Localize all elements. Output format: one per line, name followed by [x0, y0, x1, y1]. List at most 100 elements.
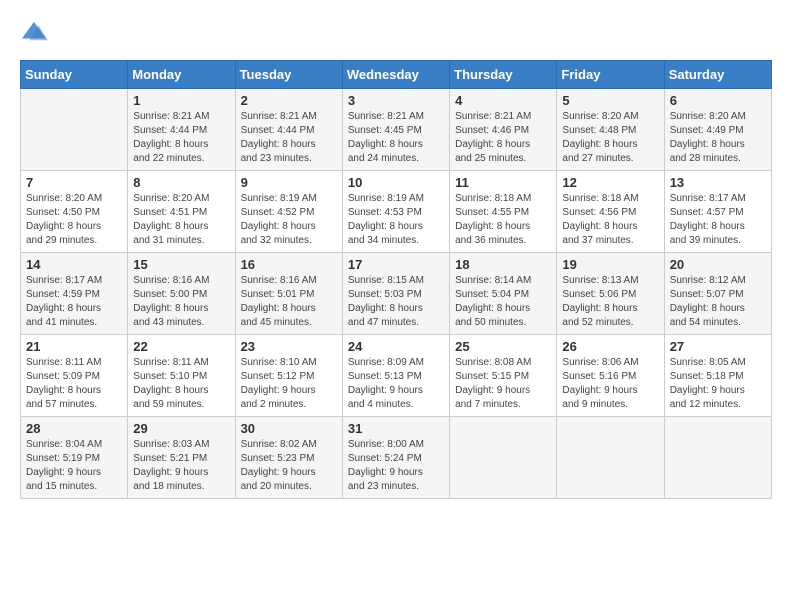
day-number: 30: [241, 421, 337, 436]
day-number: 15: [133, 257, 229, 272]
calendar-cell: 9 Sunrise: 8:19 AMSunset: 4:52 PMDaylight…: [235, 171, 342, 253]
calendar-header-monday: Monday: [128, 61, 235, 89]
calendar-cell: 4Sunrise: 8:21 AMSunset: 4:46 PMDaylight…: [450, 89, 557, 171]
calendar-header-saturday: Saturday: [664, 61, 771, 89]
day-info: Sunrise: 8:06 AMSunset: 5:16 PMDaylight:…: [562, 356, 658, 412]
calendar-cell: 29 Sunrise: 8:03 AMSunset: 5:21 PMDayligh…: [128, 417, 235, 499]
calendar-cell: 25Sunrise: 8:08 AMSunset: 5:15 PMDayligh…: [450, 335, 557, 417]
calendar-cell: 3 Sunrise: 8:21 AMSunset: 4:45 PMDaylight…: [342, 89, 449, 171]
day-info: Sunrise: 8:17 AMSunset: 4:59 PMDaylight:…: [26, 274, 122, 330]
calendar-header-wednesday: Wednesday: [342, 61, 449, 89]
day-info: Sunrise: 8:16 AMSunset: 5:00 PMDaylight:…: [133, 274, 229, 330]
day-info: Sunrise: 8:10 AMSunset: 5:12 PMDaylight:…: [241, 356, 337, 412]
day-number: 16: [241, 257, 337, 272]
day-number: 17: [348, 257, 444, 272]
calendar-cell: 10 Sunrise: 8:19 AMSunset: 4:53 PMDayligh…: [342, 171, 449, 253]
day-info: Sunrise: 8:08 AMSunset: 5:15 PMDaylight:…: [455, 356, 551, 412]
day-number: 29: [133, 421, 229, 436]
calendar-body: 1 Sunrise: 8:21 AMSunset: 4:44 PMDaylight…: [21, 89, 772, 499]
calendar-cell: 6 Sunrise: 8:20 AMSunset: 4:49 PMDaylight…: [664, 89, 771, 171]
day-info: Sunrise: 8:13 AMSunset: 5:06 PMDaylight:…: [562, 274, 658, 330]
day-info: Sunrise: 8:05 AMSunset: 5:18 PMDaylight:…: [670, 356, 766, 412]
day-info: Sunrise: 8:04 AMSunset: 5:19 PMDaylight:…: [26, 438, 122, 494]
calendar-cell: 23 Sunrise: 8:10 AMSunset: 5:12 PMDayligh…: [235, 335, 342, 417]
calendar-cell: 13Sunrise: 8:17 AMSunset: 4:57 PMDayligh…: [664, 171, 771, 253]
calendar-week-3: 14 Sunrise: 8:17 AMSunset: 4:59 PMDayligh…: [21, 253, 772, 335]
calendar-cell: 17 Sunrise: 8:15 AMSunset: 5:03 PMDayligh…: [342, 253, 449, 335]
day-info: Sunrise: 8:11 AMSunset: 5:10 PMDaylight:…: [133, 356, 229, 412]
day-info: Sunrise: 8:14 AMSunset: 5:04 PMDaylight:…: [455, 274, 551, 330]
day-info: Sunrise: 8:19 AMSunset: 4:52 PMDaylight:…: [241, 192, 337, 248]
calendar-cell: 24 Sunrise: 8:09 AMSunset: 5:13 PMDayligh…: [342, 335, 449, 417]
day-number: 4: [455, 93, 551, 108]
calendar-cell: 27 Sunrise: 8:05 AMSunset: 5:18 PMDayligh…: [664, 335, 771, 417]
calendar-cell: 30 Sunrise: 8:02 AMSunset: 5:23 PMDayligh…: [235, 417, 342, 499]
calendar-cell: 14 Sunrise: 8:17 AMSunset: 4:59 PMDayligh…: [21, 253, 128, 335]
day-number: 9: [241, 175, 337, 190]
day-number: 18: [455, 257, 551, 272]
day-info: Sunrise: 8:21 AMSunset: 4:44 PMDaylight:…: [241, 110, 337, 166]
calendar-header-tuesday: Tuesday: [235, 61, 342, 89]
day-info: Sunrise: 8:00 AMSunset: 5:24 PMDaylight:…: [348, 438, 444, 494]
day-info: Sunrise: 8:15 AMSunset: 5:03 PMDaylight:…: [348, 274, 444, 330]
day-number: 3: [348, 93, 444, 108]
logo: [20, 20, 52, 44]
calendar-cell: 28 Sunrise: 8:04 AMSunset: 5:19 PMDayligh…: [21, 417, 128, 499]
day-info: Sunrise: 8:09 AMSunset: 5:13 PMDaylight:…: [348, 356, 444, 412]
day-info: Sunrise: 8:21 AMSunset: 4:44 PMDaylight:…: [133, 110, 229, 166]
day-number: 24: [348, 339, 444, 354]
calendar-cell: 12Sunrise: 8:18 AMSunset: 4:56 PMDayligh…: [557, 171, 664, 253]
day-info: Sunrise: 8:21 AMSunset: 4:45 PMDaylight:…: [348, 110, 444, 166]
day-number: 2: [241, 93, 337, 108]
calendar-cell: 20Sunrise: 8:12 AMSunset: 5:07 PMDayligh…: [664, 253, 771, 335]
day-number: 23: [241, 339, 337, 354]
calendar-cell: [450, 417, 557, 499]
day-number: 22: [133, 339, 229, 354]
day-info: Sunrise: 8:19 AMSunset: 4:53 PMDaylight:…: [348, 192, 444, 248]
calendar-cell: 21 Sunrise: 8:11 AMSunset: 5:09 PMDayligh…: [21, 335, 128, 417]
day-number: 1: [133, 93, 229, 108]
day-number: 26: [562, 339, 658, 354]
day-number: 10: [348, 175, 444, 190]
calendar-cell: [21, 89, 128, 171]
calendar-cell: 16 Sunrise: 8:16 AMSunset: 5:01 PMDayligh…: [235, 253, 342, 335]
calendar-cell: [664, 417, 771, 499]
day-info: Sunrise: 8:12 AMSunset: 5:07 PMDaylight:…: [670, 274, 766, 330]
day-number: 14: [26, 257, 122, 272]
calendar-week-2: 7 Sunrise: 8:20 AMSunset: 4:50 PMDaylight…: [21, 171, 772, 253]
day-number: 7: [26, 175, 122, 190]
calendar-cell: 8Sunrise: 8:20 AMSunset: 4:51 PMDaylight…: [128, 171, 235, 253]
calendar-week-1: 1 Sunrise: 8:21 AMSunset: 4:44 PMDaylight…: [21, 89, 772, 171]
calendar-cell: 2 Sunrise: 8:21 AMSunset: 4:44 PMDaylight…: [235, 89, 342, 171]
day-number: 28: [26, 421, 122, 436]
day-info: Sunrise: 8:11 AMSunset: 5:09 PMDaylight:…: [26, 356, 122, 412]
day-info: Sunrise: 8:16 AMSunset: 5:01 PMDaylight:…: [241, 274, 337, 330]
day-info: Sunrise: 8:03 AMSunset: 5:21 PMDaylight:…: [133, 438, 229, 494]
day-info: Sunrise: 8:18 AMSunset: 4:55 PMDaylight:…: [455, 192, 551, 248]
calendar-cell: 18 Sunrise: 8:14 AMSunset: 5:04 PMDayligh…: [450, 253, 557, 335]
day-number: 6: [670, 93, 766, 108]
calendar-cell: [557, 417, 664, 499]
day-number: 21: [26, 339, 122, 354]
calendar-cell: 22 Sunrise: 8:11 AMSunset: 5:10 PMDayligh…: [128, 335, 235, 417]
day-info: Sunrise: 8:20 AMSunset: 4:49 PMDaylight:…: [670, 110, 766, 166]
day-info: Sunrise: 8:20 AMSunset: 4:50 PMDaylight:…: [26, 192, 122, 248]
calendar-header-row: SundayMondayTuesdayWednesdayThursdayFrid…: [21, 61, 772, 89]
day-info: Sunrise: 8:02 AMSunset: 5:23 PMDaylight:…: [241, 438, 337, 494]
day-number: 11: [455, 175, 551, 190]
calendar-header-sunday: Sunday: [21, 61, 128, 89]
calendar-cell: 5Sunrise: 8:20 AMSunset: 4:48 PMDaylight…: [557, 89, 664, 171]
day-number: 27: [670, 339, 766, 354]
calendar-cell: 11 Sunrise: 8:18 AMSunset: 4:55 PMDayligh…: [450, 171, 557, 253]
calendar-cell: 15 Sunrise: 8:16 AMSunset: 5:00 PMDayligh…: [128, 253, 235, 335]
day-number: 31: [348, 421, 444, 436]
day-info: Sunrise: 8:20 AMSunset: 4:48 PMDaylight:…: [562, 110, 658, 166]
calendar-cell: 19Sunrise: 8:13 AMSunset: 5:06 PMDayligh…: [557, 253, 664, 335]
calendar-header-thursday: Thursday: [450, 61, 557, 89]
day-info: Sunrise: 8:17 AMSunset: 4:57 PMDaylight:…: [670, 192, 766, 248]
calendar-cell: 31 Sunrise: 8:00 AMSunset: 5:24 PMDayligh…: [342, 417, 449, 499]
calendar-cell: 7 Sunrise: 8:20 AMSunset: 4:50 PMDaylight…: [21, 171, 128, 253]
calendar: SundayMondayTuesdayWednesdayThursdayFrid…: [20, 60, 772, 499]
header: [20, 20, 772, 44]
day-info: Sunrise: 8:20 AMSunset: 4:51 PMDaylight:…: [133, 192, 229, 248]
